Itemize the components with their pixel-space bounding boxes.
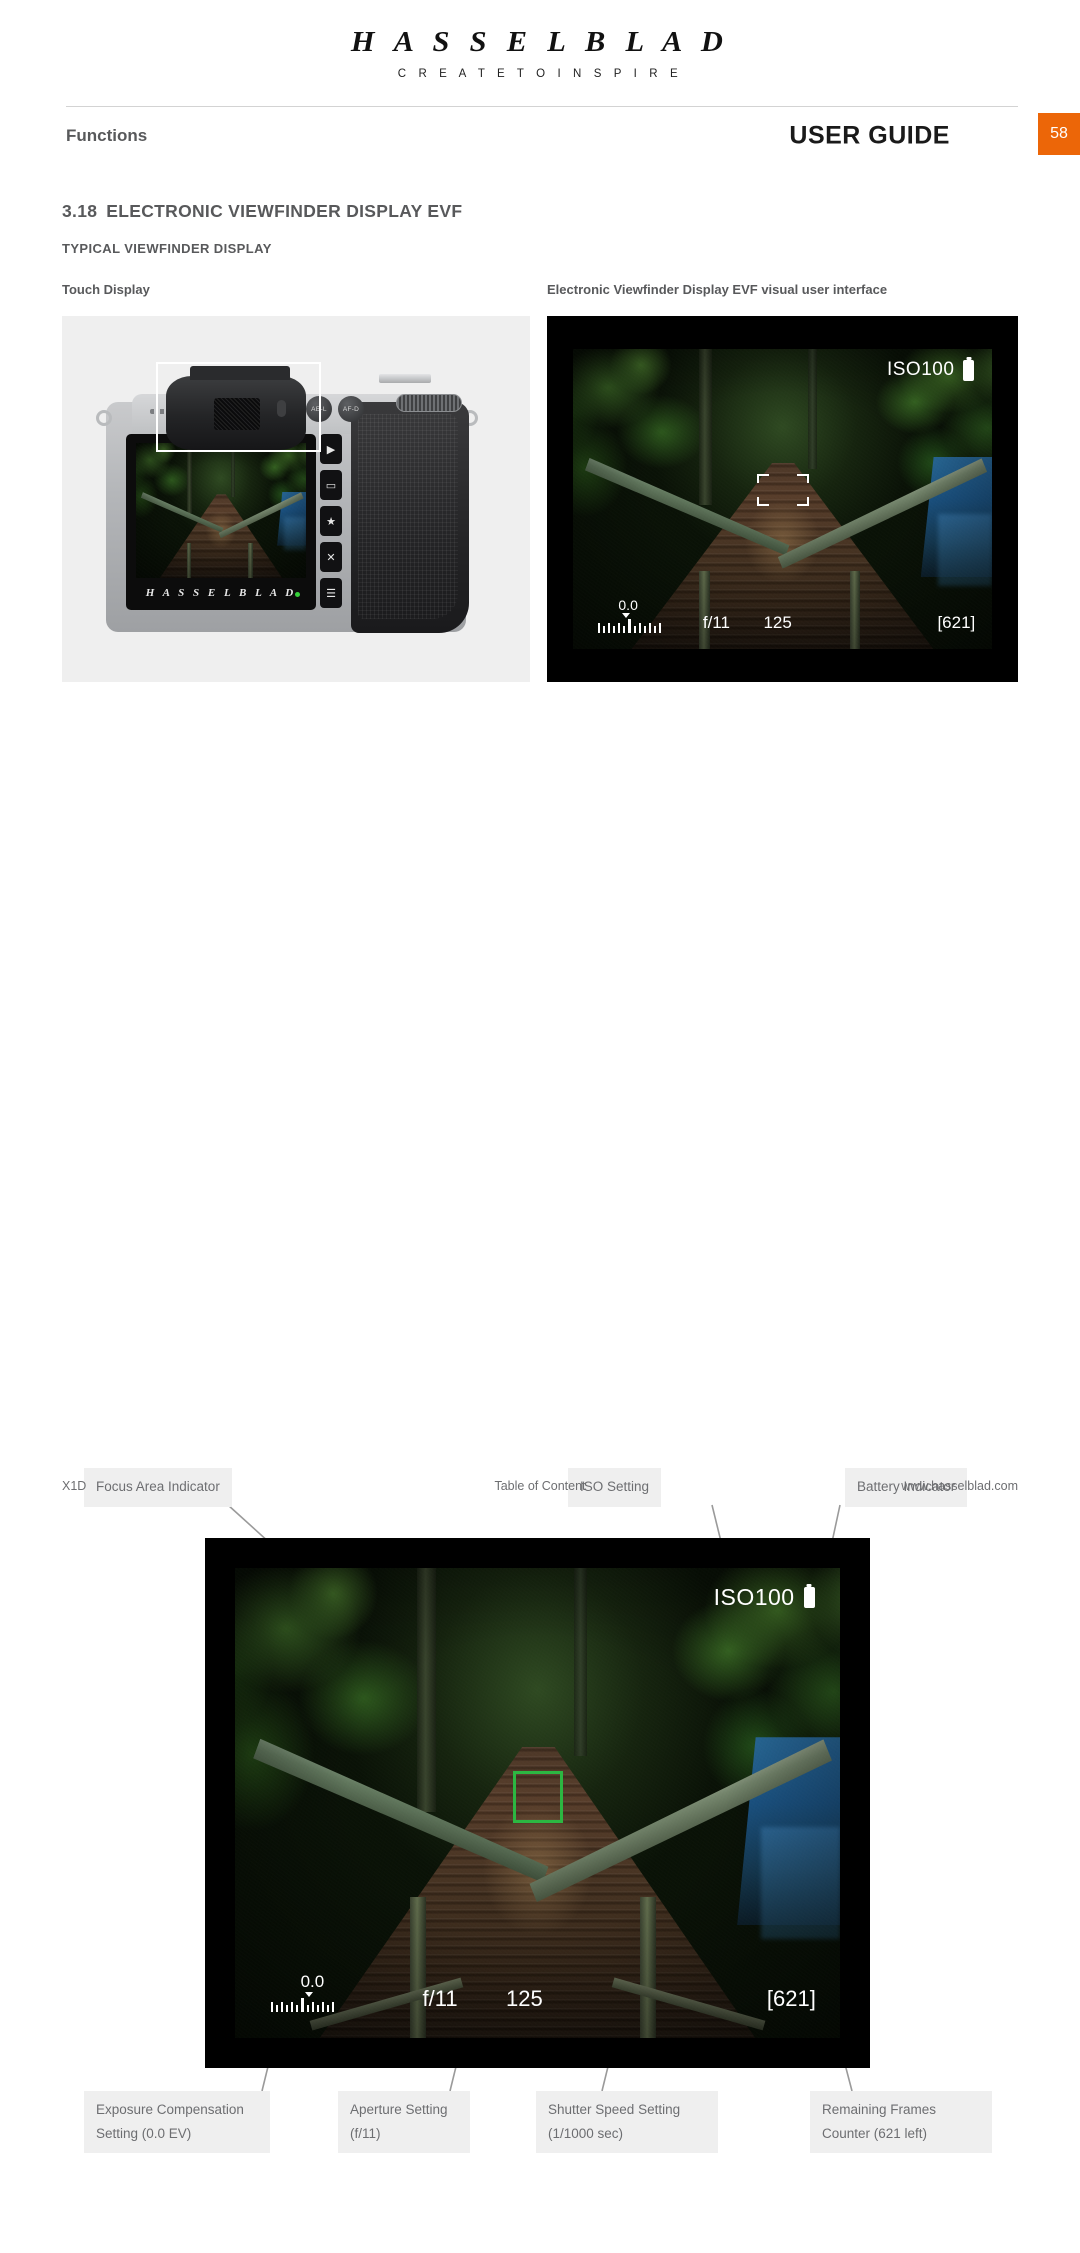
footer-model: X1D [62,1479,87,1493]
camera-strap-lug-left [96,410,112,426]
page-title: Functions [66,125,148,145]
touch-display-panel: AE-L AF-D H A S S E L B L A D ▶ ▭ ★ ✕ ☰ [62,316,530,682]
camera-grip-texture [358,414,458,619]
evf-small-preview: ISO100 0.0 f/11 125 [621] [547,316,1018,682]
camera-star-button[interactable]: ★ [320,506,342,536]
camera-hotshoe [379,374,431,383]
evf-small-photo: ISO100 0.0 f/11 125 [621] [573,349,992,649]
page-number-badge: 58 [1038,113,1080,155]
annotation-shutter-speed-setting: Shutter Speed Setting (1/1000 sec) [536,2091,718,2154]
page-footer: X1D Table of Content www.hasselblad.com [62,1479,1018,1501]
annotated-diagram: Focus Area Indicator ISO Setting Battery… [0,726,1080,2154]
annotation-exposure-compensation: Exposure Compensation Setting (0.0 EV) [84,2091,270,2154]
camera-dial [396,394,462,412]
camera-afd-button[interactable]: AF-D [338,396,364,422]
camera-playback-button[interactable]: ▶ [320,434,342,464]
evf-highlight-box [156,362,321,452]
evf-large-photo: ISO100 0.0 f/11 125 [621] [235,1568,840,2038]
camera-delete-button[interactable]: ✕ [320,542,342,572]
caption-touch-display: Touch Display [62,282,150,297]
brand-tagline: C R E A T E T O I N S P I R E [397,68,683,80]
annotation-remaining-frames: Remaining Frames Counter (621 left) [810,2091,992,2154]
user-guide-title: USER GUIDE [789,121,950,149]
camera-button-column: ▶ ▭ ★ ✕ ☰ [320,434,344,610]
footer-toc-link[interactable]: Table of Content [494,1479,585,1493]
evf-large-preview: ISO100 0.0 f/11 125 [621] [205,1538,870,2068]
subsection-heading: TYPICAL VIEWFINDER DISPLAY [62,241,272,256]
brand-header: H A S S E L B L A D C R E A T E T O I N … [0,0,1080,80]
footer-website-link[interactable]: www.hasselblad.com [901,1479,1018,1493]
camera-screen-logo: H A S S E L B L A D [145,587,297,599]
page-header: Functions USER GUIDE 58 [66,106,1080,164]
camera-menu-button[interactable]: ☰ [320,578,342,608]
annotation-aperture-setting: Aperture Setting (f/11) [338,2091,470,2154]
caption-row: Touch Display Electronic Viewfinder Disp… [0,282,1080,302]
camera-rear-screen[interactable]: H A S S E L B L A D [126,434,316,610]
section-title-text: ELECTRONIC VIEWFINDER DISPLAY EVF [106,201,463,221]
camera-screen-photo [136,443,306,578]
camera-status-led [295,592,300,597]
top-panels: AE-L AF-D H A S S E L B L A D ▶ ▭ ★ ✕ ☰ … [0,316,1080,686]
caption-evf-interface: Electronic Viewfinder Display EVF visual… [547,282,888,297]
camera-illustration: AE-L AF-D H A S S E L B L A D ▶ ▭ ★ ✕ ☰ [96,354,506,654]
section-number: 3.18 [62,201,98,221]
brand-wordmark: H A S S E L B L A D [350,26,730,58]
camera-display-button[interactable]: ▭ [320,470,342,500]
section-heading: 3.18 ELECTRONIC VIEWFINDER DISPLAY EVF [62,201,1080,222]
